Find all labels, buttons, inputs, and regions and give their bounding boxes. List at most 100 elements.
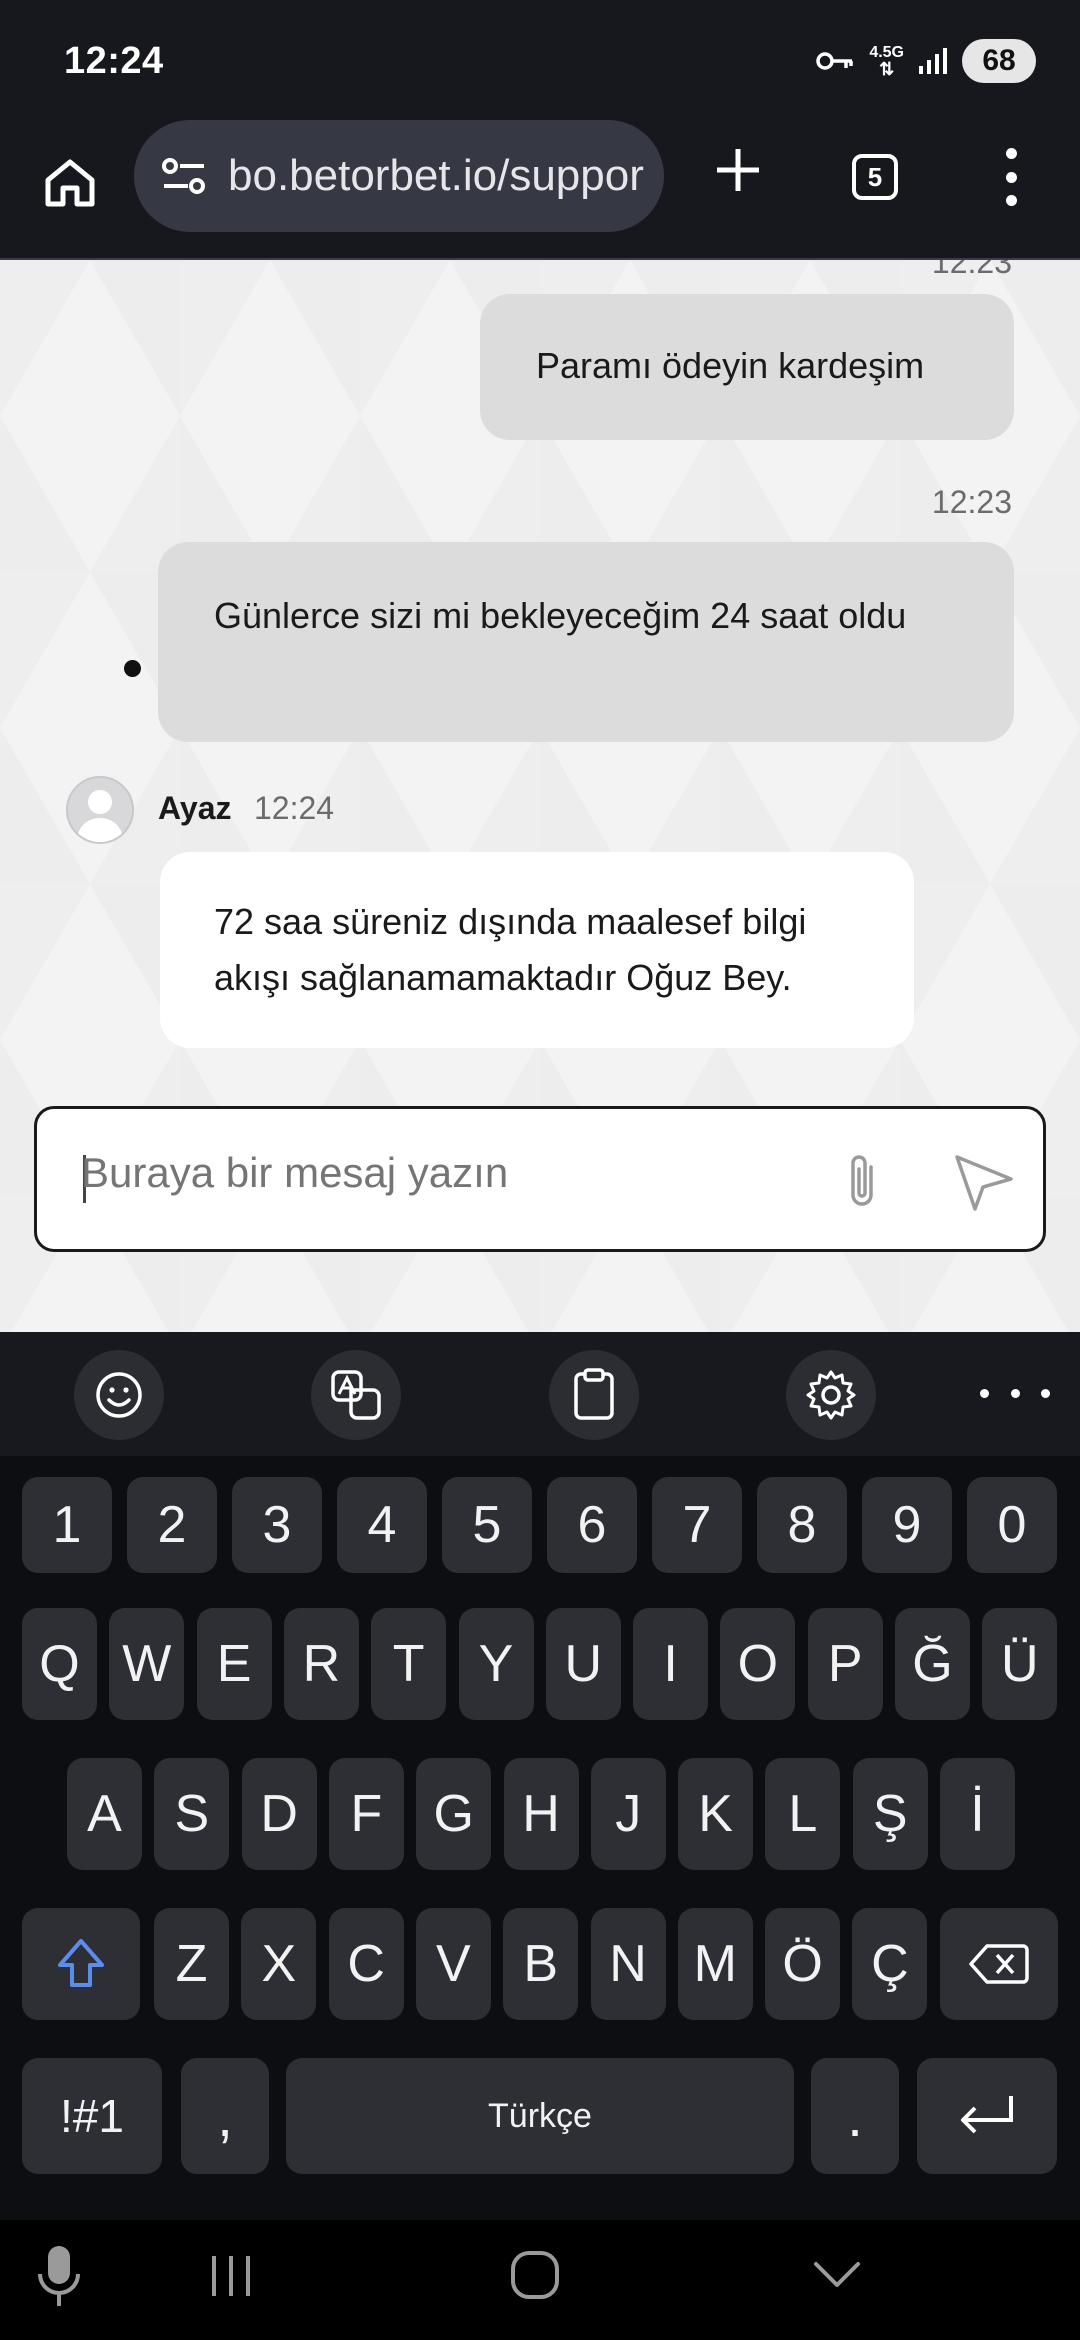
more-dot	[1010, 1388, 1020, 1398]
key-1[interactable]: 1	[22, 1477, 112, 1573]
new-tab-button[interactable]	[706, 138, 770, 202]
key-ğ[interactable]: Ğ	[895, 1608, 970, 1720]
url-text[interactable]: bo.betorbet.io/support	[228, 151, 644, 201]
enter-key[interactable]	[917, 2058, 1057, 2174]
message-timestamp: 12:24	[254, 790, 335, 826]
send-button[interactable]	[949, 1149, 1019, 1213]
message-text: 72 saa süreniz dışında maalesef bilgi ak…	[214, 901, 807, 998]
key-w[interactable]: W	[109, 1608, 185, 1720]
key-p[interactable]: P	[807, 1608, 883, 1720]
message-input[interactable]	[81, 1149, 801, 1197]
key-ç[interactable]: Ç	[852, 1908, 928, 2020]
key-0[interactable]: 0	[967, 1477, 1057, 1573]
agent-avatar	[66, 776, 134, 844]
gear-icon	[806, 1370, 856, 1420]
browser-menu-button[interactable]	[996, 142, 1026, 212]
keyboard-more-button[interactable]	[980, 1378, 1050, 1408]
key-j[interactable]: J	[590, 1758, 666, 1870]
navigation-bar	[0, 2220, 1080, 2340]
signal-icon	[919, 48, 947, 74]
more-dot	[980, 1388, 989, 1398]
message-text: Günlerce sizi mi bekleyeceğim 24 saat ol…	[214, 595, 907, 636]
recent-apps-icon[interactable]	[208, 2254, 254, 2298]
key-y[interactable]: Y	[458, 1608, 534, 1720]
clipboard-icon	[574, 1368, 614, 1420]
key-b[interactable]: B	[503, 1908, 579, 2020]
agent-name: Ayaz	[158, 790, 232, 826]
chat-area[interactable]: 12:23 Paramı ödeyin kardeşim 12:23 Günle…	[0, 260, 1080, 1332]
space-key[interactable]: Türkçe	[286, 2058, 794, 2174]
message-timestamp: 12:23	[931, 484, 1012, 520]
key-m[interactable]: M	[677, 1908, 753, 2020]
key-x[interactable]: X	[241, 1908, 317, 2020]
home-nav-icon[interactable]	[510, 2250, 560, 2300]
comma-key[interactable]: ,	[181, 2058, 269, 2174]
key-ü[interactable]: Ü	[982, 1608, 1058, 1720]
key-3[interactable]: 3	[232, 1477, 322, 1573]
key-2[interactable]: 2	[127, 1477, 217, 1573]
tab-switcher-button[interactable]: 5	[852, 154, 898, 200]
more-dot	[1041, 1388, 1050, 1398]
site-settings-icon[interactable]	[158, 150, 210, 202]
emoji-button[interactable]	[74, 1350, 164, 1440]
status-icons: 4.5G ⇅ 68	[815, 38, 1036, 84]
menu-dot	[1005, 148, 1017, 159]
address-bar[interactable]: bo.betorbet.io/support	[134, 120, 664, 232]
key-t[interactable]: T	[371, 1608, 447, 1720]
key-g[interactable]: G	[416, 1758, 492, 1870]
key-9[interactable]: 9	[862, 1477, 952, 1573]
user-message-bubble: Günlerce sizi mi bekleyeceğim 24 saat ol…	[158, 542, 1014, 742]
enter-icon	[961, 2096, 1013, 2134]
key-ş[interactable]: Ş	[852, 1758, 928, 1870]
on-screen-keyboard: 1234567890 QWERTYUIOPĞÜ ASDFGHJKLŞİ ZXCVBNM…	[0, 1332, 1080, 2220]
keyboard-settings-button[interactable]	[786, 1350, 876, 1440]
period-key[interactable]: .	[811, 2058, 899, 2174]
home-button[interactable]	[38, 150, 102, 214]
key-s[interactable]: S	[154, 1758, 230, 1870]
symbols-key[interactable]: !#1	[22, 2058, 162, 2174]
key-e[interactable]: E	[196, 1608, 272, 1720]
key-i̇[interactable]: İ	[940, 1758, 1015, 1870]
translate-icon	[331, 1370, 381, 1420]
key-u[interactable]: U	[545, 1608, 621, 1720]
key-h[interactable]: H	[503, 1758, 579, 1870]
browser-toolbar: bo.betorbet.io/support 5	[0, 120, 1080, 260]
key-l[interactable]: L	[765, 1758, 841, 1870]
key-4[interactable]: 4	[337, 1477, 427, 1573]
status-time: 12:24	[64, 40, 164, 82]
key-q[interactable]: Q	[22, 1608, 97, 1720]
backspace-icon	[969, 1944, 1029, 1984]
hide-keyboard-icon[interactable]	[812, 2258, 862, 2290]
plus-icon	[717, 149, 759, 191]
key-7[interactable]: 7	[652, 1477, 742, 1573]
vpn-key-icon	[816, 52, 854, 70]
key-c[interactable]: C	[328, 1908, 404, 2020]
network-type-icon: 4.5G ⇅	[869, 44, 904, 79]
attach-button[interactable]	[835, 1149, 891, 1213]
key-o[interactable]: O	[720, 1608, 796, 1720]
message-status-dot	[124, 660, 141, 677]
key-f[interactable]: F	[328, 1758, 404, 1870]
key-8[interactable]: 8	[757, 1477, 847, 1573]
send-icon	[955, 1155, 1013, 1211]
microphone-icon[interactable]	[36, 2244, 82, 2308]
key-a[interactable]: A	[67, 1758, 142, 1870]
translate-button[interactable]	[311, 1350, 401, 1440]
user-message-bubble: Paramı ödeyin kardeşim	[480, 294, 1014, 440]
menu-dot	[1005, 195, 1017, 206]
key-5[interactable]: 5	[442, 1477, 532, 1573]
key-ö[interactable]: Ö	[765, 1908, 841, 2020]
key-n[interactable]: N	[590, 1908, 666, 2020]
key-r[interactable]: R	[283, 1608, 359, 1720]
key-6[interactable]: 6	[547, 1477, 637, 1573]
backspace-key[interactable]	[940, 1908, 1058, 2020]
shift-icon	[58, 1939, 104, 1987]
shift-key[interactable]	[22, 1908, 140, 2020]
key-v[interactable]: V	[415, 1908, 491, 2020]
clipboard-button[interactable]	[549, 1350, 639, 1440]
key-i[interactable]: I	[633, 1608, 709, 1720]
key-k[interactable]: K	[678, 1758, 754, 1870]
key-d[interactable]: D	[241, 1758, 317, 1870]
message-composer	[34, 1106, 1046, 1252]
key-z[interactable]: Z	[154, 1908, 229, 2020]
